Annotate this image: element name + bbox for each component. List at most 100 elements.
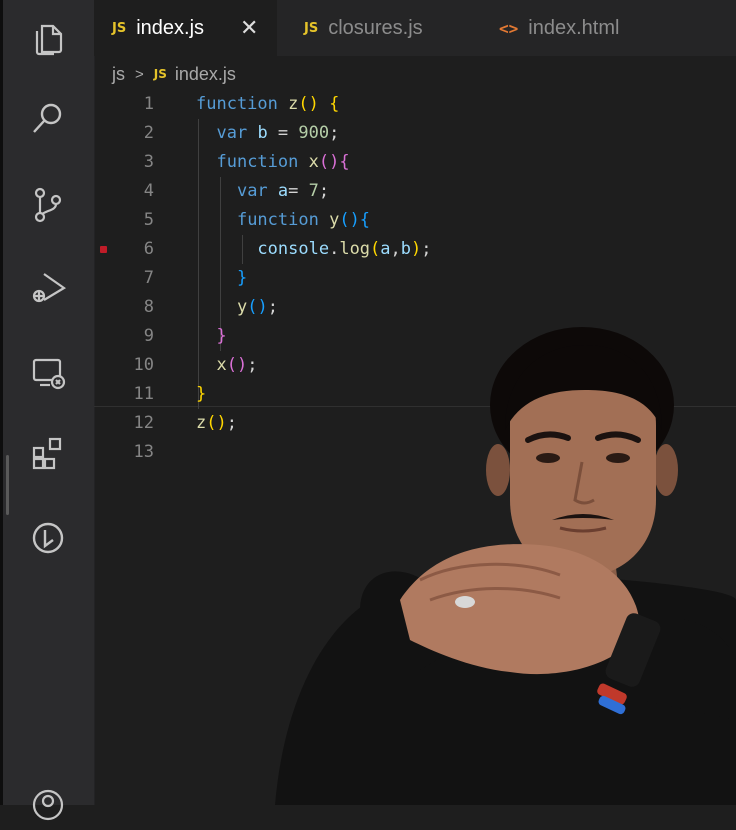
code-text: function z() {: [196, 90, 339, 119]
line-number: 6: [143, 239, 154, 259]
tab-index-html[interactable]: <> index.html: [499, 0, 669, 56]
code-token: a: [380, 239, 391, 259]
javascript-file-icon: JS: [112, 20, 127, 36]
line-number: 11: [133, 384, 154, 404]
source-control-icon[interactable]: [28, 184, 68, 224]
line-number: 5: [143, 210, 154, 230]
window-edge: [0, 0, 3, 805]
scrollbar-thumb[interactable]: [6, 455, 9, 515]
explorer-icon[interactable]: [28, 18, 68, 58]
javascript-file-icon: JS: [304, 20, 319, 36]
code-line[interactable]: 11}: [94, 380, 736, 409]
code-token: 900: [298, 123, 330, 143]
line-number: 12: [133, 413, 154, 433]
code-token: y: [236, 297, 248, 317]
tab-closures-js[interactable]: JS closures.js: [284, 0, 454, 56]
code-token: x: [308, 152, 319, 172]
accounts-icon[interactable]: [28, 785, 68, 825]
code-token: 7: [308, 181, 319, 201]
code-text: console.log(a,b);: [196, 235, 432, 264]
code-line[interactable]: 6 console.log(a,b);: [94, 235, 736, 264]
code-line[interactable]: 5 function y(){: [94, 206, 736, 235]
code-token: =: [288, 181, 309, 201]
code-line[interactable]: 8 y();: [94, 293, 736, 322]
line-number: 13: [133, 442, 154, 462]
line-number: 8: [143, 297, 154, 317]
code-token: .: [329, 239, 340, 259]
code-token: ,: [390, 239, 401, 259]
code-line[interactable]: 3 function x(){: [94, 148, 736, 177]
line-number: 7: [143, 268, 154, 288]
line-number: 10: [133, 355, 154, 375]
code-token: function: [216, 152, 309, 172]
code-token: y: [329, 210, 340, 230]
breakpoint-marker[interactable]: [100, 246, 107, 253]
code-line[interactable]: 2 var b = 900;: [94, 119, 736, 148]
code-line[interactable]: 9 }: [94, 322, 736, 351]
code-token: log: [339, 239, 371, 259]
code-token: (){: [339, 210, 371, 230]
code-editor[interactable]: 1 function z() {2 var b = 900; 3 function …: [94, 90, 736, 805]
timeline-icon[interactable]: [28, 518, 68, 558]
code-text: y();: [196, 293, 278, 322]
code-token: ;: [318, 181, 330, 201]
code-token: function: [196, 94, 289, 114]
chevron-right-icon: >: [135, 65, 144, 83]
line-number: 9: [143, 326, 154, 346]
code-line[interactable]: 7 }: [94, 264, 736, 293]
code-token: (){: [318, 152, 350, 172]
run-debug-icon[interactable]: [28, 266, 68, 306]
code-token: }: [196, 384, 207, 404]
line-number: 1: [143, 94, 154, 114]
breadcrumb-file[interactable]: index.js: [175, 64, 236, 85]
code-token: }: [236, 268, 248, 288]
code-token: {: [329, 94, 340, 114]
close-icon[interactable]: ✕: [240, 15, 258, 41]
code-line[interactable]: 4 var a= 7;: [94, 177, 736, 206]
line-number: 4: [143, 181, 154, 201]
search-icon[interactable]: [28, 98, 68, 138]
line-number: 2: [143, 123, 154, 143]
code-token: ;: [421, 239, 432, 259]
code-token: console: [257, 239, 330, 259]
remote-explorer-icon[interactable]: [28, 352, 68, 392]
tab-index-js[interactable]: JS index.js ✕: [94, 0, 277, 56]
code-text: }: [196, 380, 206, 409]
code-line[interactable]: 1 function z() {: [94, 90, 736, 119]
javascript-file-icon: JS: [153, 67, 167, 81]
code-token: ;: [247, 355, 258, 375]
tab-label: index.html: [528, 16, 620, 39]
line-number: 3: [143, 152, 154, 172]
code-token: (): [298, 94, 319, 114]
html-file-icon: <>: [499, 18, 519, 38]
code-line[interactable]: 12 z();: [94, 409, 736, 438]
code-token: }: [216, 326, 227, 346]
extensions-icon[interactable]: [28, 433, 68, 473]
breadcrumb-folder[interactable]: js: [112, 64, 125, 85]
code-token: var: [236, 181, 278, 201]
code-token: ): [411, 239, 422, 259]
code-token: var: [216, 123, 258, 143]
code-token: b: [257, 123, 268, 143]
code-token: z: [196, 413, 207, 433]
code-text: var b = 900;: [196, 119, 339, 148]
code-text: x();: [196, 351, 257, 380]
code-token: (): [247, 297, 268, 317]
code-token: (): [206, 413, 227, 433]
code-text: var a= 7;: [196, 177, 329, 206]
code-line[interactable]: 13: [94, 438, 736, 467]
code-token: b: [400, 239, 412, 259]
tab-label: closures.js: [328, 16, 423, 39]
code-token: ;: [267, 297, 278, 317]
code-line[interactable]: 10 x();: [94, 351, 736, 380]
